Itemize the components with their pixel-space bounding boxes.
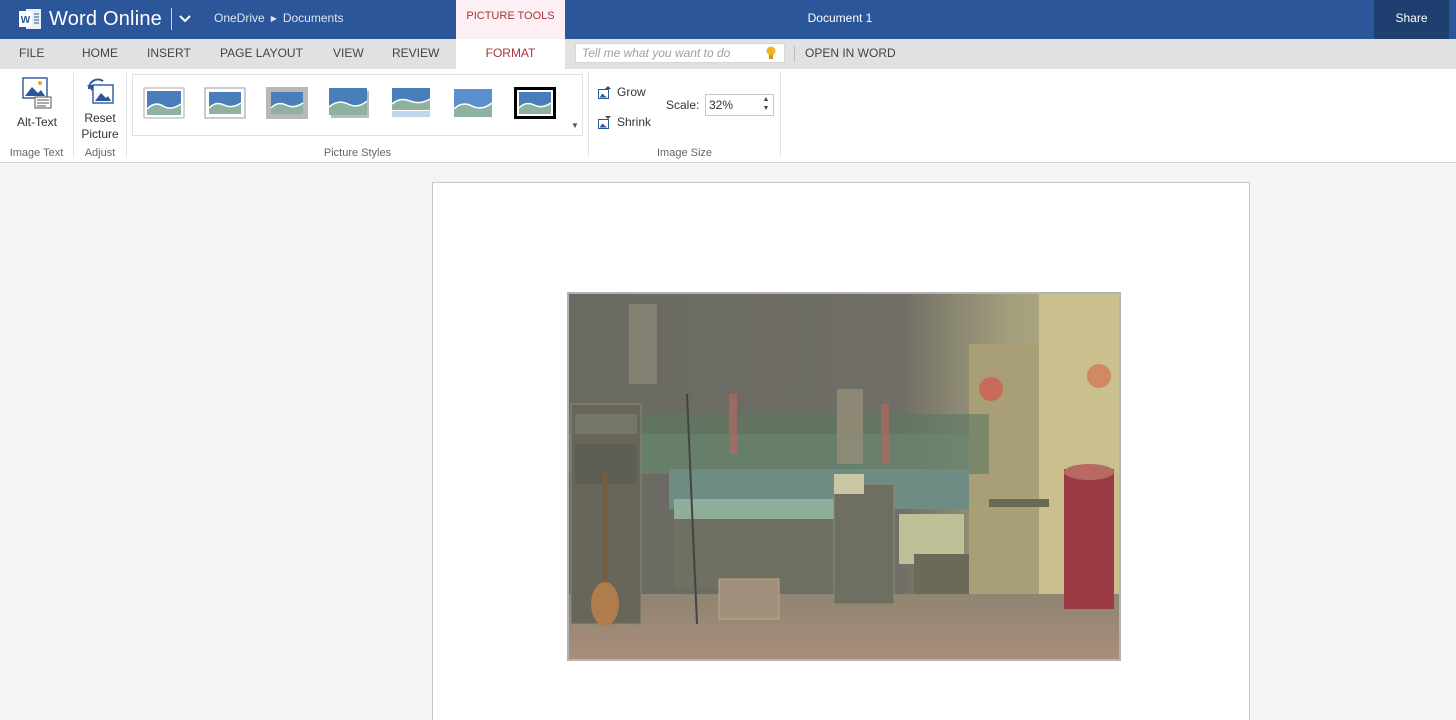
alt-text-icon [22,77,52,109]
scale-decrease-icon[interactable]: ▼ [760,105,772,114]
picture-styles-gallery: ▼ [132,74,583,136]
scale-increase-icon[interactable]: ▲ [760,96,772,105]
ribbon: Alt-Text Image Text Reset Picture Adjust [0,69,1456,163]
grow-label: Grow [617,85,646,99]
group-label-adjust: Adjust [84,147,116,159]
picture-style-soft-edge-rectangle[interactable] [452,87,494,119]
picture-style-double-frame-black[interactable] [514,87,556,119]
group-label-image-size: Image Size [656,147,713,159]
picture-style-simple-frame-white[interactable] [143,87,185,119]
tell-me-input[interactable]: Tell me what you want to do [575,43,785,63]
chevron-right-icon: ▶ [270,13,277,23]
alt-text-label: Alt-Text [16,115,57,129]
title-separator [171,8,172,30]
picture-style-reflected-rectangle[interactable] [390,87,432,119]
studio-photo-image [569,294,1119,659]
group-label-image-text: Image Text [9,147,64,159]
svg-text:W: W [21,15,31,26]
grow-button[interactable]: Grow [598,85,646,99]
group-separator [126,73,127,157]
document-title[interactable]: Document 1 [740,11,940,25]
tab-page-layout[interactable]: PAGE LAYOUT [220,39,303,69]
tab-file[interactable]: FILE [19,39,44,69]
share-button[interactable]: Share [1374,0,1449,39]
tab-insert[interactable]: INSERT [147,39,191,69]
group-label-picture-styles: Picture Styles [323,147,392,159]
picture-style-simple-frame-thin[interactable] [204,87,246,119]
gallery-more-icon[interactable]: ▼ [569,121,581,133]
grow-icon [598,85,611,99]
reset-picture-icon [87,78,114,104]
shrink-button[interactable]: Shrink [598,115,651,129]
tab-view[interactable]: VIEW [333,39,364,69]
alt-text-button[interactable]: Alt-Text [12,77,62,129]
group-separator [73,73,74,157]
tab-separator [794,46,795,62]
shrink-icon [598,115,611,129]
reset-picture-label-line1: Reset [84,111,116,125]
selected-picture[interactable] [567,292,1121,661]
group-separator [780,73,781,157]
picture-style-thick-matte-grey[interactable] [266,87,308,119]
document-page[interactable] [432,182,1250,720]
shrink-label: Shrink [617,115,652,129]
breadcrumb: OneDrive ▶ Documents [214,11,344,25]
group-separator [588,73,589,157]
picture-style-shadow-rectangle[interactable] [328,87,370,119]
lightbulb-icon[interactable] [766,46,776,60]
word-logo-icon[interactable]: W [18,7,42,31]
breadcrumb-documents[interactable]: Documents [283,11,344,25]
breadcrumb-onedrive[interactable]: OneDrive [214,11,265,25]
ribbon-tab-bar: FILE HOME INSERT PAGE LAYOUT VIEW REVIEW… [0,39,1456,69]
tab-home[interactable]: HOME [82,39,118,69]
tab-review[interactable]: REVIEW [392,39,439,69]
title-bar: W Word Online OneDrive ▶ Documents PICTU… [0,0,1456,39]
chevron-down-icon[interactable] [177,10,193,28]
reset-picture-label-line2: Picture [81,127,119,141]
app-name[interactable]: Word Online [49,8,162,31]
document-canvas[interactable] [0,163,1456,720]
tab-format[interactable]: FORMAT [456,39,565,69]
open-in-word-button[interactable]: OPEN IN WORD [805,39,896,69]
reset-picture-button[interactable]: Reset Picture [77,77,123,141]
picture-tools-context-tab: PICTURE TOOLS [456,0,565,39]
scale-label: Scale: [666,98,700,112]
